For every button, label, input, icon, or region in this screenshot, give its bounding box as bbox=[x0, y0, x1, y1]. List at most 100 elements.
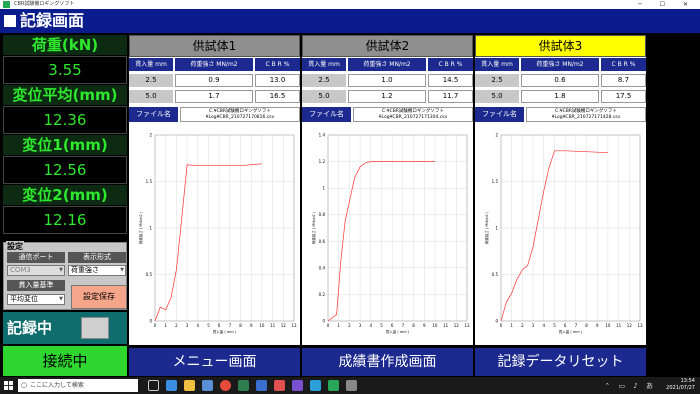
y-tick-label: 0.2 bbox=[319, 292, 326, 297]
x-tick-label: 6 bbox=[564, 323, 567, 328]
save-settings-button[interactable]: 設定保存 bbox=[71, 285, 127, 309]
x-tick-label: 12 bbox=[281, 323, 287, 328]
format-select[interactable]: 荷重強さ ▼ bbox=[68, 265, 126, 276]
cbr-app-taskbar-icon[interactable] bbox=[328, 380, 339, 391]
x-tick-label: 3 bbox=[186, 323, 189, 328]
x-tick-label: 1 bbox=[510, 323, 513, 328]
x-tick-label: 5 bbox=[380, 323, 383, 328]
x-tick-label: 11 bbox=[270, 323, 276, 328]
excel-icon[interactable] bbox=[238, 380, 249, 391]
cell-pen: 2.5 bbox=[129, 74, 173, 87]
x-tick-label: 12 bbox=[627, 323, 633, 328]
cell-strength: 1.7 bbox=[175, 90, 253, 103]
y-tick-label: 1 bbox=[149, 226, 152, 231]
y-tick-label: 1 bbox=[495, 226, 498, 231]
folder-icon[interactable] bbox=[184, 380, 195, 391]
tray-icons[interactable]: ⌃ ▭ ♪ あ bbox=[604, 381, 656, 391]
header-square-icon bbox=[4, 15, 16, 27]
y-axis-label: 荷重強さ ( MN/m2 ) bbox=[484, 211, 489, 244]
cell-strength: 1.0 bbox=[348, 74, 426, 87]
outlook-icon[interactable] bbox=[256, 380, 267, 391]
load-penetration-chart: 00.511.520 1 2 3 4 5 6 7 8 9 10 11 12 13貫入量 ( mm )荷重強… bbox=[129, 123, 300, 345]
load-penetration-chart: 00.20.40.60.811.21.40 1 2 3 4 5 6 7 8 9 10 11 12 13貫入… bbox=[302, 123, 473, 345]
task-view-icon[interactable] bbox=[148, 380, 159, 391]
y-tick-label: 1.5 bbox=[492, 179, 499, 184]
app-gray-icon[interactable] bbox=[346, 380, 357, 391]
edge-icon[interactable] bbox=[166, 380, 177, 391]
y-axis-label: 荷重強さ ( MN/m2 ) bbox=[311, 211, 316, 244]
menu-button[interactable]: メニュー画面 bbox=[129, 348, 300, 376]
disp2-value: 12.16 bbox=[3, 206, 127, 234]
table-row: 5.0 1.7 16.5 bbox=[129, 90, 300, 103]
chrome-icon[interactable] bbox=[220, 380, 231, 391]
x-axis-label: 貫入量 ( mm ) bbox=[386, 329, 410, 334]
file-path: C:¥CBR試験機ロギングソフト ¥Log¥CBR_210727170816.cs… bbox=[180, 107, 300, 122]
port-select[interactable]: COM3 ▼ bbox=[7, 265, 65, 276]
file-name-button[interactable]: ファイル名 bbox=[129, 107, 178, 122]
plot-frame bbox=[327, 134, 468, 322]
cell-cbr: 14.5 bbox=[428, 74, 473, 87]
specimen-tab[interactable]: 供試体1 bbox=[129, 35, 300, 57]
page-title: 記録画面 bbox=[20, 11, 85, 30]
app-red-icon[interactable] bbox=[274, 380, 285, 391]
x-tick-label: 2 bbox=[348, 323, 351, 328]
table-row: 5.0 1.8 17.5 bbox=[475, 90, 646, 103]
port-select-value: COM3 bbox=[10, 266, 31, 274]
connection-status: 接続中 bbox=[3, 346, 127, 376]
taskbar: ○ ここに入力して検索 ⌃ ▭ ♪ あ 13:54 2021/07/27 bbox=[0, 377, 700, 394]
x-tick-label: 7 bbox=[229, 323, 232, 328]
col-header-pen: 貫入量 mm bbox=[129, 58, 173, 71]
x-tick-label: 9 bbox=[596, 323, 599, 328]
cell-cbr: 8.7 bbox=[601, 74, 646, 87]
port-label: 通信ポート bbox=[7, 252, 65, 263]
cell-pen: 2.5 bbox=[302, 74, 346, 87]
file-path: C:¥CBR試験機ロギングソフト ¥Log¥CBR_210727171304.cs… bbox=[353, 107, 473, 122]
window-controls[interactable]: ─ ☐ ✕ bbox=[638, 0, 696, 9]
file-name-button[interactable]: ファイル名 bbox=[475, 107, 524, 122]
search-icon: ○ bbox=[21, 381, 28, 389]
store-icon[interactable] bbox=[202, 380, 213, 391]
x-tick-label: 3 bbox=[532, 323, 535, 328]
disp2-label: 変位2(mm) bbox=[3, 185, 127, 205]
settings-label: 設定 bbox=[6, 241, 24, 252]
specimen-tab[interactable]: 供試体3 bbox=[475, 35, 646, 57]
x-tick-label: 5 bbox=[207, 323, 210, 328]
clock[interactable]: 13:54 2021/07/27 bbox=[666, 378, 695, 392]
y-tick-label: 1 bbox=[322, 186, 325, 191]
reset-button[interactable]: 記録データリセット bbox=[475, 348, 646, 376]
x-tick-label: 13 bbox=[291, 323, 297, 328]
file-name-button[interactable]: ファイル名 bbox=[302, 107, 351, 122]
disp-avg-label: 変位平均(mm) bbox=[3, 85, 127, 105]
x-tick-label: 0 bbox=[327, 323, 330, 328]
cell-strength: 1.8 bbox=[521, 90, 599, 103]
pen-select-value: 平均変位 bbox=[10, 295, 38, 303]
x-tick-label: 4 bbox=[196, 323, 199, 328]
y-tick-label: 0.5 bbox=[146, 272, 153, 277]
x-tick-label: 8 bbox=[412, 323, 415, 328]
pen-select[interactable]: 平均変位 ▼ bbox=[7, 294, 65, 305]
cell-strength: 0.6 bbox=[521, 74, 599, 87]
col-header-cbr: C B R % bbox=[601, 58, 646, 71]
x-tick-label: 9 bbox=[423, 323, 426, 328]
load-penetration-chart: 00.511.520 1 2 3 4 5 6 7 8 9 10 11 12 13貫入量 ( mm )荷重強… bbox=[475, 123, 646, 345]
taskbar-search[interactable]: ○ ここに入力して検索 bbox=[18, 379, 138, 392]
app-blue-icon[interactable] bbox=[310, 380, 321, 391]
x-tick-label: 0 bbox=[154, 323, 157, 328]
cell-cbr: 17.5 bbox=[601, 90, 646, 103]
x-tick-label: 10 bbox=[605, 323, 611, 328]
y-tick-label: 0 bbox=[149, 319, 152, 324]
y-tick-label: 0 bbox=[495, 319, 498, 324]
cell-pen: 5.0 bbox=[129, 90, 173, 103]
x-tick-label: 7 bbox=[402, 323, 405, 328]
y-tick-label: 2 bbox=[495, 133, 498, 138]
table-row: 2.5 1.0 14.5 bbox=[302, 74, 473, 87]
visual-studio-icon[interactable] bbox=[292, 380, 303, 391]
windows-start-icon[interactable] bbox=[4, 381, 13, 390]
window-titlebar: CBR試験機ロギングソフト ─ ☐ ✕ bbox=[0, 0, 700, 9]
clock-time: 13:54 bbox=[680, 378, 695, 384]
settings-group: 設定 通信ポート 表示形式 COM3 ▼ 荷重強さ ▼ 貫入量基準 平均変位 ▼ 設定… bbox=[3, 241, 127, 310]
file-path-line: ¥Log¥CBR_210727170816.csv bbox=[205, 115, 275, 120]
format-select-value: 荷重強さ bbox=[71, 266, 99, 274]
report-button[interactable]: 成績書作成画面 bbox=[302, 348, 473, 376]
specimen-tab[interactable]: 供試体2 bbox=[302, 35, 473, 57]
